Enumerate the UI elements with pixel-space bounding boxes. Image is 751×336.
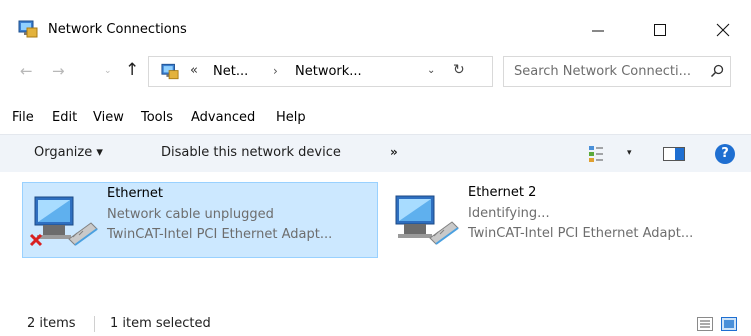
breadcrumb-item[interactable]: Network...	[295, 64, 362, 79]
large-icons-view-icon[interactable]	[721, 317, 737, 331]
view-dropdown-button[interactable]: ▾	[627, 148, 632, 158]
connection-status: Network cable unplugged	[107, 207, 274, 222]
status-divider	[94, 316, 95, 332]
connection-name: Ethernet	[107, 186, 163, 201]
up-button[interactable]: ↑	[125, 60, 139, 80]
change-view-icon[interactable]	[588, 145, 610, 163]
minimize-icon	[592, 30, 604, 32]
more-commands-button[interactable]: »	[390, 145, 398, 159]
maximize-icon	[654, 24, 666, 36]
back-button[interactable]: ←	[20, 62, 33, 80]
menu-edit[interactable]: Edit	[52, 110, 77, 125]
address-dropdown-button[interactable]: ⌄	[427, 65, 435, 76]
minimize-button[interactable]	[575, 12, 621, 48]
status-bar: 2 items 1 item selected	[0, 308, 751, 336]
menu-advanced[interactable]: Advanced	[191, 110, 255, 125]
preview-pane-icon[interactable]	[663, 147, 685, 161]
connection-status: Identifying...	[468, 206, 550, 221]
menu-file[interactable]: File	[12, 110, 34, 125]
breadcrumb-item[interactable]: Net...	[213, 64, 248, 79]
search-placeholder: Search Network Connecti...	[514, 64, 691, 79]
command-bar: Organize ▾ Disable this network device »…	[0, 134, 751, 172]
network-connections-icon	[161, 63, 179, 80]
network-adapter-icon	[395, 195, 459, 245]
forward-button[interactable]: →	[52, 62, 65, 80]
connection-device: TwinCAT-Intel PCI Ethernet Adapt...	[107, 227, 333, 242]
item-count: 2 items	[27, 316, 76, 331]
menu-bar: File Edit View Tools Advanced Help	[0, 104, 751, 132]
address-row: ← → ⌄ ↑ « Net... › Network... ⌄ ↻ Search…	[0, 50, 751, 94]
close-button[interactable]	[700, 12, 746, 48]
disable-device-button[interactable]: Disable this network device	[161, 145, 341, 160]
menu-help[interactable]: Help	[276, 110, 306, 125]
connection-item-ethernet-2[interactable]: Ethernet 2 Identifying... TwinCAT-Intel …	[384, 182, 740, 258]
recent-locations-button[interactable]: ⌄	[104, 66, 112, 76]
network-connections-icon	[18, 20, 38, 38]
close-icon	[716, 23, 730, 37]
address-bar[interactable]: « Net... › Network... ⌄ ↻	[148, 56, 493, 87]
details-view-icon[interactable]	[697, 317, 713, 331]
connection-device: TwinCAT-Intel PCI Ethernet Adapt...	[468, 226, 694, 241]
connection-name: Ethernet 2	[468, 185, 537, 200]
search-icon	[710, 64, 724, 78]
window-title: Network Connections	[48, 22, 187, 37]
connection-item-ethernet[interactable]: Ethernet Network cable unplugged TwinCAT…	[22, 182, 378, 258]
menu-view[interactable]: View	[93, 110, 124, 125]
connections-list: Ethernet Network cable unplugged TwinCAT…	[0, 172, 751, 304]
help-button[interactable]: ?	[715, 144, 735, 164]
refresh-button[interactable]: ↻	[453, 62, 465, 78]
maximize-button[interactable]	[637, 12, 683, 48]
menu-tools[interactable]: Tools	[141, 110, 173, 125]
breadcrumb-separator[interactable]: ›	[273, 64, 278, 78]
search-input[interactable]: Search Network Connecti...	[503, 56, 731, 87]
error-x-icon	[29, 233, 43, 247]
selection-count: 1 item selected	[110, 316, 211, 331]
breadcrumb-overflow[interactable]: «	[190, 63, 198, 78]
organize-button[interactable]: Organize ▾	[34, 145, 103, 160]
